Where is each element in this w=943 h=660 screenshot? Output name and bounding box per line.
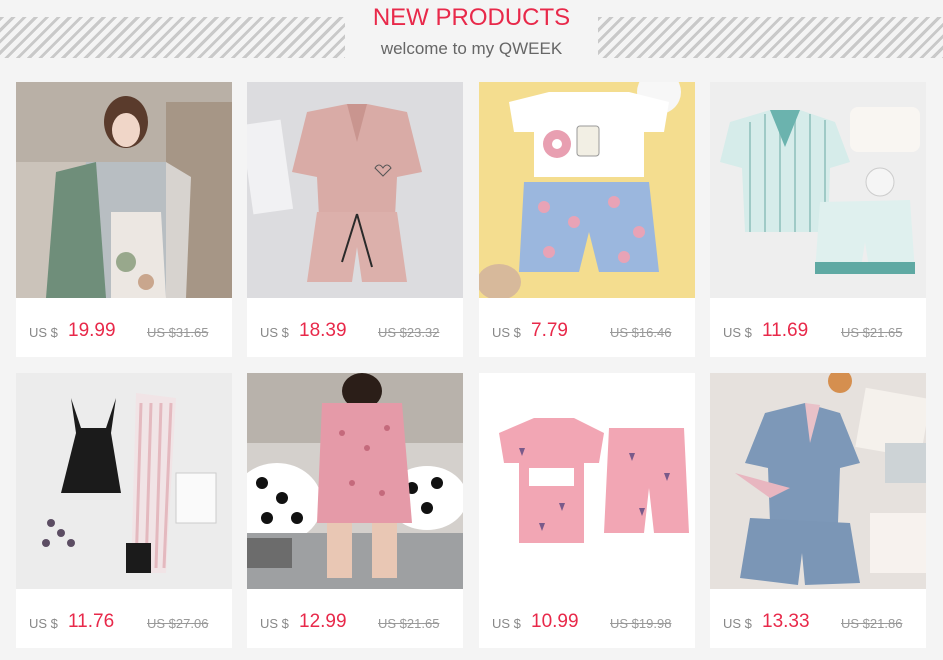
product-image[interactable] xyxy=(710,373,926,589)
sale-price: 10.99 xyxy=(531,611,579,632)
product-card[interactable]: US $ 10.99 US $19.98 xyxy=(479,373,695,648)
price-row: US $ 10.99 US $19.98 xyxy=(479,589,695,648)
original-price: US $21.65 xyxy=(841,325,903,340)
sale-price: 11.76 xyxy=(68,611,115,632)
price-row: US $ 12.99 US $21.65 xyxy=(247,589,463,648)
currency-label: US $ xyxy=(29,616,58,631)
price-row: US $ 11.69 US $21.65 xyxy=(710,298,926,357)
product-card[interactable]: US $ 11.69 US $21.65 xyxy=(710,82,926,357)
product-card[interactable]: US $ 19.99 US $31.65 xyxy=(16,82,232,357)
original-price: US $27.06 xyxy=(147,616,209,631)
product-image[interactable] xyxy=(479,373,695,589)
product-image[interactable] xyxy=(710,82,926,298)
section-subtitle: welcome to my QWEEK xyxy=(380,39,563,58)
sale-price: 13.33 xyxy=(762,611,810,632)
original-price: US $16.46 xyxy=(610,325,672,340)
currency-label: US $ xyxy=(492,325,521,340)
currency-label: US $ xyxy=(492,616,521,631)
price-row: US $ 11.76 US $27.06 xyxy=(16,589,232,648)
original-price: US $31.65 xyxy=(147,325,209,340)
price-row: US $ 13.33 US $21.86 xyxy=(710,589,926,648)
price-row: US $ 19.99 US $31.65 xyxy=(16,298,232,357)
currency-label: US $ xyxy=(260,616,289,631)
sale-price: 12.99 xyxy=(299,611,347,632)
header-hatch-left xyxy=(0,17,345,58)
sale-price: 7.79 xyxy=(531,320,568,341)
original-price: US $21.86 xyxy=(841,616,903,631)
product-card[interactable]: US $ 11.76 US $27.06 xyxy=(16,373,232,648)
price-row: US $ 18.39 US $23.32 xyxy=(247,298,463,357)
currency-label: US $ xyxy=(723,616,752,631)
product-card[interactable]: US $ 7.79 US $16.46 xyxy=(479,82,695,357)
currency-label: US $ xyxy=(723,325,752,340)
original-price: US $23.32 xyxy=(378,325,440,340)
sale-price: 19.99 xyxy=(68,320,116,341)
product-image[interactable] xyxy=(479,82,695,298)
product-image[interactable] xyxy=(16,373,232,589)
original-price: US $21.65 xyxy=(378,616,440,631)
original-price: US $19.98 xyxy=(610,616,672,631)
currency-label: US $ xyxy=(29,325,58,340)
currency-label: US $ xyxy=(260,325,289,340)
price-row: US $ 7.79 US $16.46 xyxy=(479,298,695,357)
product-image[interactable] xyxy=(247,373,463,589)
header-hatch-right xyxy=(598,17,943,58)
product-card[interactable]: US $ 12.99 US $21.65 xyxy=(247,373,463,648)
sale-price: 11.69 xyxy=(762,320,809,341)
product-card[interactable]: US $ 13.33 US $21.86 xyxy=(710,373,926,648)
product-card[interactable]: US $ 18.39 US $23.32 xyxy=(247,82,463,357)
product-image[interactable] xyxy=(16,82,232,298)
sale-price: 18.39 xyxy=(299,320,347,341)
section-title: NEW PRODUCTS xyxy=(372,4,571,31)
product-image[interactable] xyxy=(247,82,463,298)
